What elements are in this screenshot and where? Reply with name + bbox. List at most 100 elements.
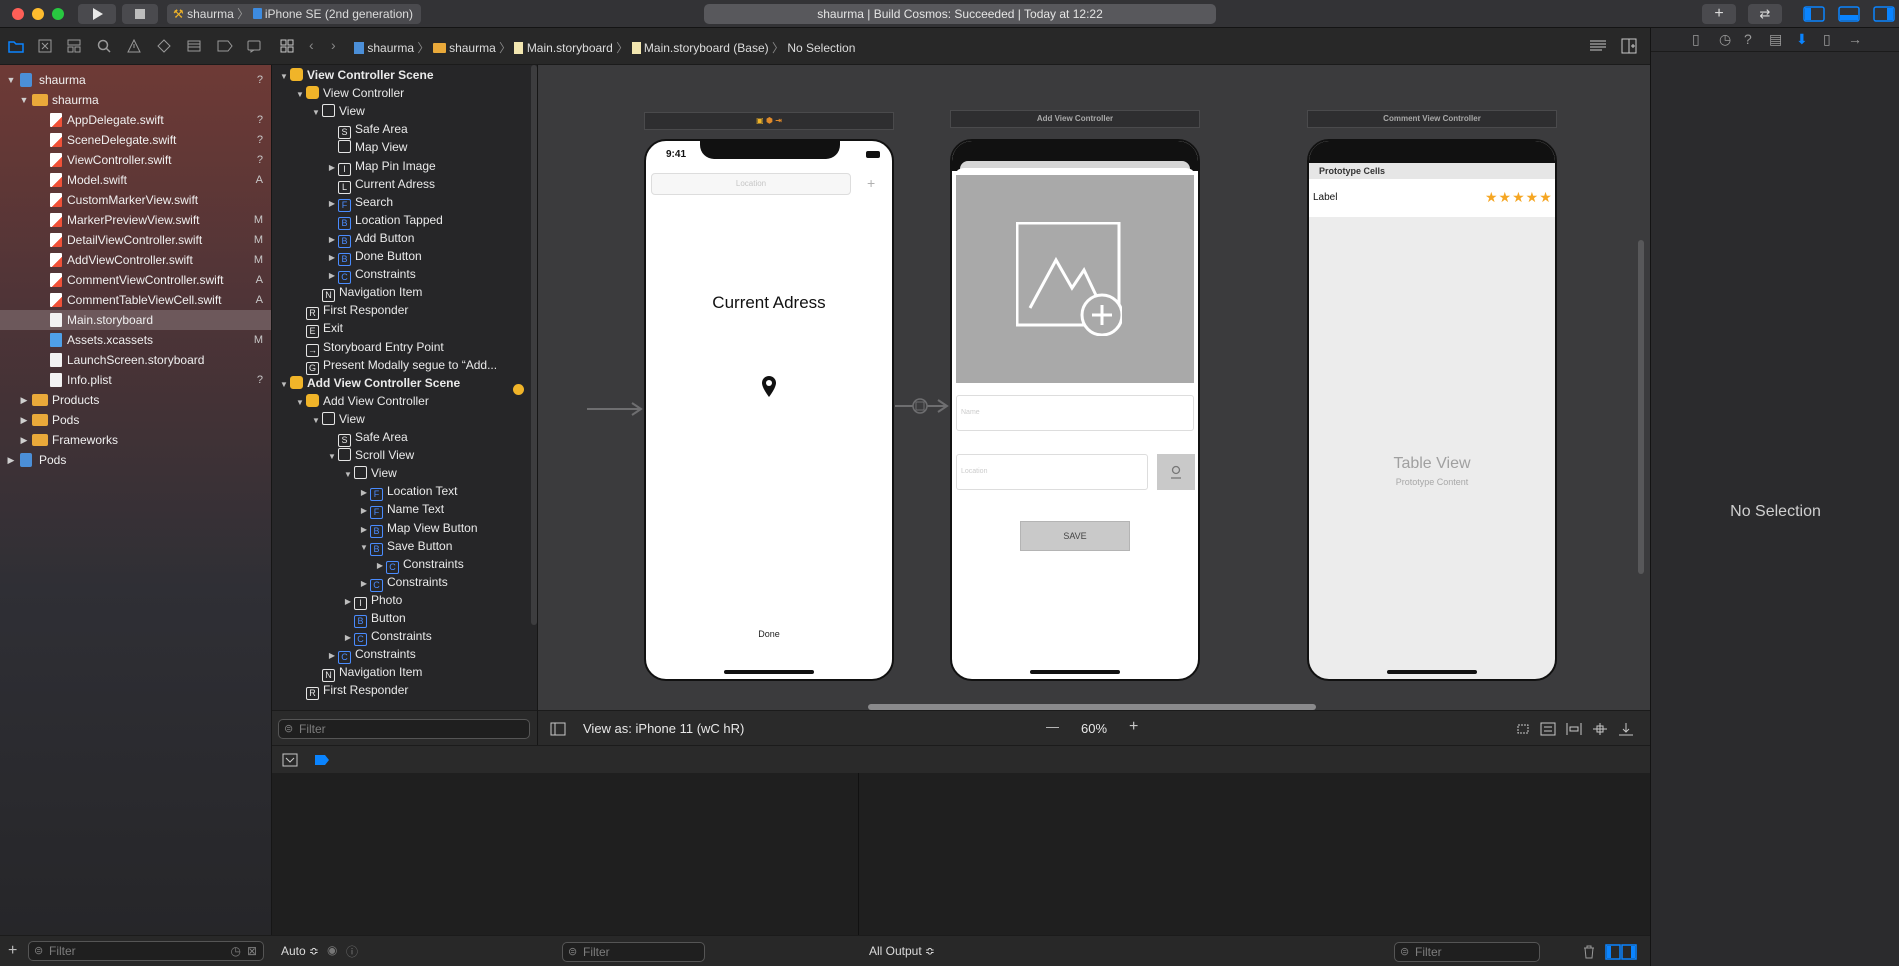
navigator-item[interactable]: ▶ Pods — [0, 450, 271, 470]
outline-row[interactable]: ▼ View — [272, 410, 365, 428]
navigator-item[interactable]: ▶ Products — [0, 390, 271, 410]
outline-row[interactable]: ▼ Add View Controller Scene — [272, 374, 460, 392]
add-view-controller-scene[interactable]: Name Location SAVE — [950, 139, 1200, 681]
outline-row[interactable]: ▼ View Controller Scene — [272, 66, 434, 84]
search-icon[interactable] — [97, 39, 111, 53]
add-constraints-icon[interactable] — [1592, 722, 1608, 736]
location-text-field[interactable]: Location — [956, 454, 1148, 490]
navigator-item[interactable]: ViewController.swift? — [0, 150, 271, 170]
add-file-plus-icon[interactable]: + — [8, 942, 17, 960]
disclosure-closed-icon[interactable]: ▶ — [19, 410, 29, 430]
split-view-toggle-icon[interactable] — [1605, 944, 1637, 960]
update-frames-icon[interactable] — [1515, 722, 1531, 736]
breadcrumb-selection[interactable]: No Selection — [787, 41, 855, 55]
outline-row[interactable]: ▶ I Photo — [272, 591, 402, 610]
map-view-button[interactable] — [1157, 454, 1195, 490]
embed-in-stack-icon[interactable] — [1540, 722, 1556, 736]
navigator-item[interactable]: LaunchScreen.storyboard — [0, 350, 271, 370]
breadcrumb-file[interactable]: Main.storyboard — [527, 41, 613, 55]
resolve-issues-icon[interactable] — [1618, 722, 1634, 736]
outline-row[interactable]: E Exit — [272, 319, 343, 339]
outline-row[interactable]: ▼ Scroll View — [272, 446, 414, 464]
storyboard-canvas[interactable]: ▣ ⬢ ⇥ 9:41 Location + Current Adress Don… — [538, 65, 1650, 710]
scm-filter-icon[interactable]: ⊠ — [247, 942, 257, 960]
zoom-in-button[interactable]: + — [1129, 718, 1138, 736]
photo-image-view[interactable] — [956, 175, 1194, 383]
segue-arrow-icon[interactable] — [894, 395, 950, 417]
back-chevron-icon[interactable]: ‹ — [309, 37, 314, 53]
forward-chevron-icon[interactable]: › — [331, 37, 336, 53]
navigator-item[interactable]: Info.plist? — [0, 370, 271, 390]
navigator-item[interactable]: CommentViewController.swift A — [0, 270, 271, 290]
outline-row[interactable]: ▶ B Map View Button — [272, 519, 478, 538]
outline-row[interactable]: ▶ C Constraints — [272, 265, 416, 285]
navigator-item[interactable]: AddViewController.swift M — [0, 250, 271, 270]
related-items-grid-icon[interactable] — [280, 39, 294, 53]
toggle-inspector-button[interactable] — [1873, 6, 1895, 22]
disclosure-closed-icon[interactable]: ▶ — [6, 450, 16, 470]
attributes-inspector-icon[interactable]: ⬇ — [1796, 31, 1808, 48]
stop-button[interactable] — [122, 4, 158, 24]
outline-row[interactable]: ▶ F Search — [272, 193, 393, 212]
outline-row[interactable]: ▼ View — [272, 102, 365, 120]
outline-row[interactable]: → Storyboard Entry Point — [272, 338, 444, 357]
save-button[interactable]: SAVE — [1020, 521, 1130, 551]
help-inspector-icon[interactable]: ? — [1744, 31, 1752, 47]
scene-dock-comment-view-controller[interactable]: Comment View Controller — [1307, 110, 1557, 128]
toggle-outline-icon[interactable] — [550, 722, 566, 736]
breakpoint-icon[interactable] — [217, 39, 233, 53]
navigator-item[interactable]: Assets.xcassets M — [0, 330, 271, 350]
scene-dock-view-controller[interactable]: ▣ ⬢ ⇥ — [644, 112, 894, 130]
code-review-button[interactable]: ⇄ — [1748, 4, 1782, 24]
close-window-button[interactable] — [12, 8, 24, 20]
location-search-field[interactable]: Location — [651, 173, 851, 195]
outline-row[interactable]: ▶ F Location Text — [272, 482, 458, 502]
navigator-item[interactable]: SceneDelegate.swift? — [0, 130, 271, 150]
outline-row[interactable]: ▼ View Controller — [272, 84, 404, 102]
trash-icon[interactable] — [1582, 944, 1596, 960]
navigator-item[interactable]: AppDelegate.swift? — [0, 110, 271, 130]
comment-view-controller-scene[interactable]: Prototype Cells Label ★★★★★ Table View P… — [1307, 139, 1557, 681]
view-controller-scene[interactable]: 9:41 Location + Current Adress Done — [644, 139, 894, 681]
warning-badge-icon[interactable] — [513, 384, 524, 395]
editor-options-lines-icon[interactable] — [1589, 39, 1607, 53]
outline-row[interactable]: ▶ C Constraints — [272, 627, 432, 647]
history-inspector-icon[interactable]: ◷ — [1719, 31, 1731, 48]
outline-row[interactable]: ▶ C Constraints — [272, 573, 448, 592]
x-square-icon[interactable] — [38, 39, 52, 53]
breakpoints-toggle-icon[interactable] — [314, 754, 330, 766]
outline-filter-input[interactable]: ⊜ Filter — [278, 719, 530, 739]
zoom-out-button[interactable]: — — [1046, 719, 1059, 734]
test-diamond-icon[interactable] — [157, 39, 171, 53]
report-icon[interactable] — [247, 39, 261, 53]
add-button[interactable]: + — [867, 175, 875, 191]
hierarchy-icon[interactable] — [67, 39, 81, 53]
done-button[interactable]: Done — [646, 629, 892, 639]
outline-row[interactable]: ▶ C Constraints — [272, 555, 464, 574]
recent-files-icon[interactable]: ◷ — [231, 942, 241, 960]
name-text-field[interactable]: Name — [956, 395, 1194, 431]
outline-row[interactable]: ▶ F Name Text — [272, 500, 444, 520]
zoom-window-button[interactable] — [52, 8, 64, 20]
navigator-item[interactable]: Model.swift A — [0, 170, 271, 190]
folder-icon[interactable] — [8, 39, 24, 53]
navigator-item[interactable]: DetailViewController.swift M — [0, 230, 271, 250]
outline-row[interactable]: ▶ B Done Button — [272, 247, 422, 266]
console-filter-input[interactable]: ⊜ Filter — [1394, 942, 1540, 962]
breadcrumb-project[interactable]: shaurma — [367, 41, 414, 55]
outline-row[interactable]: N Navigation Item — [272, 283, 422, 303]
outline-row[interactable]: L Current Adress — [272, 175, 435, 194]
debug-icon[interactable] — [187, 39, 201, 53]
navigator-item[interactable]: ▼ shaurma? — [0, 70, 271, 90]
outline-scrollbar[interactable] — [531, 65, 537, 625]
library-plus-button[interactable]: + — [1702, 4, 1736, 24]
outline-row[interactable]: ▶ I Map Pin Image — [272, 157, 436, 176]
outline-row[interactable]: G Present Modally segue to “Add... — [272, 356, 497, 375]
navigator-filter-input[interactable]: ⊜ Filter ◷ ⊠ — [28, 941, 264, 961]
add-editor-split-icon[interactable] — [1621, 38, 1637, 54]
file-inspector-icon[interactable]: ▯ — [1692, 31, 1700, 48]
disclosure-closed-icon[interactable]: ▶ — [19, 430, 29, 450]
comment-table-cell[interactable]: Label ★★★★★ — [1309, 179, 1555, 217]
scene-dock-add-view-controller[interactable]: Add View Controller — [950, 110, 1200, 128]
disclosure-open-icon[interactable]: ▼ — [6, 70, 16, 90]
